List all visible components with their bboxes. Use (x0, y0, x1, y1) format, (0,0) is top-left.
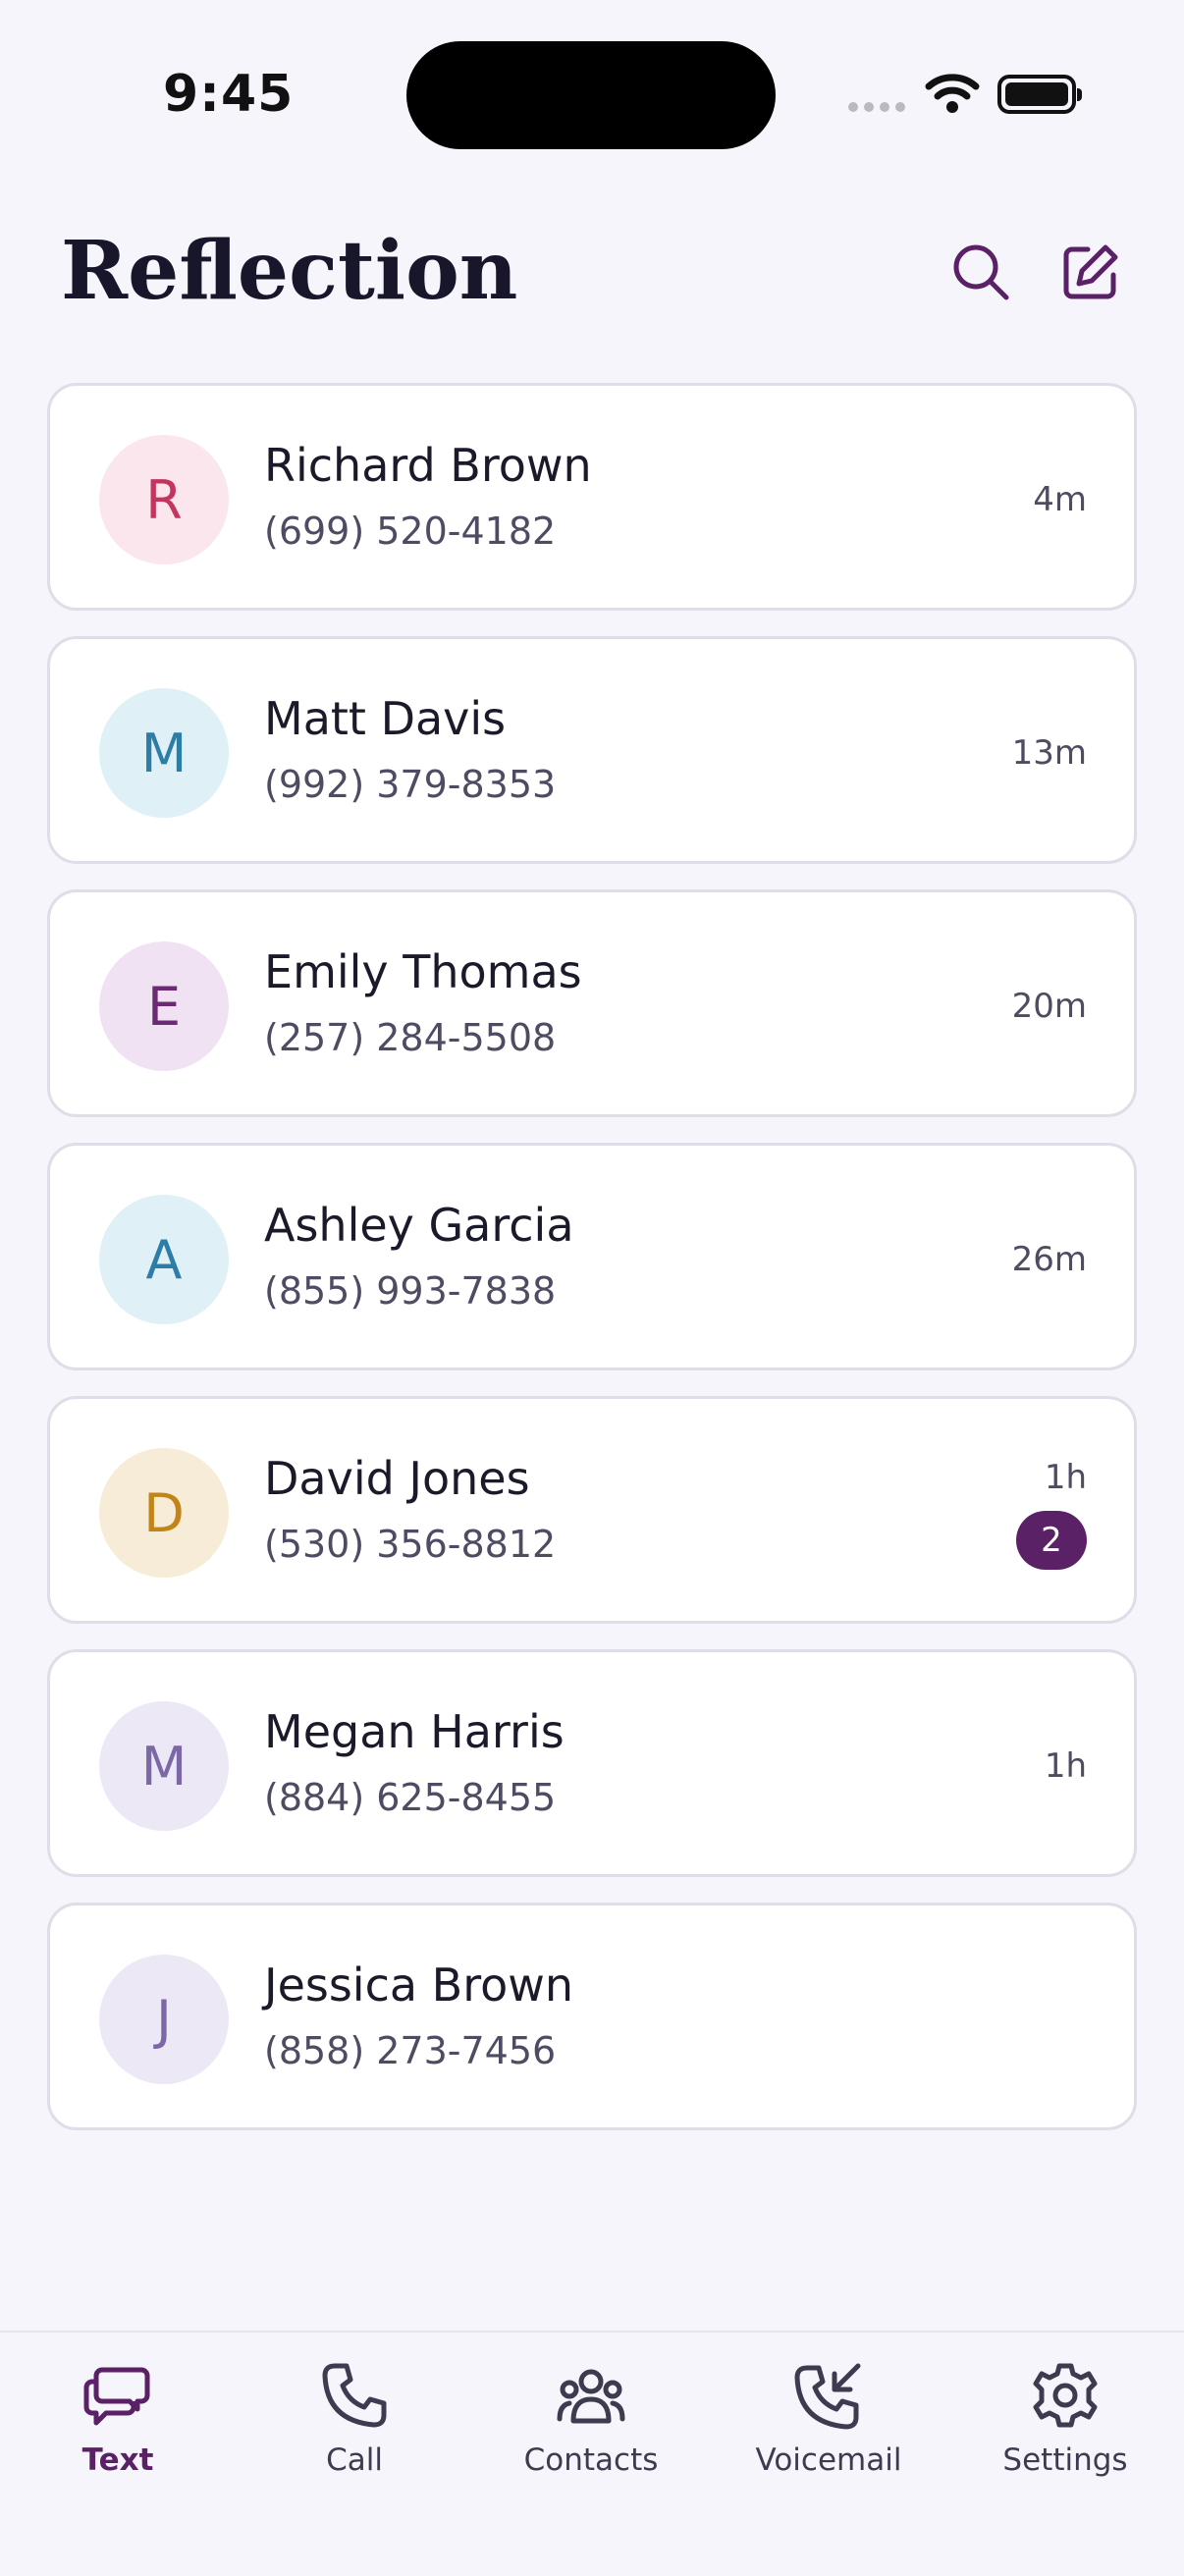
contact-phone: (699) 520-4182 (264, 510, 557, 553)
contacts-icon (557, 2369, 625, 2424)
message-time: 20m (1011, 987, 1087, 1026)
contact-name: Ashley Garcia (264, 1199, 574, 1252)
conversation-item[interactable]: D David Jones (530) 356-8812 1h 2 (47, 1396, 1137, 1624)
message-time: 13m (1011, 733, 1087, 773)
avatar: M (99, 1701, 229, 1831)
tab-settings[interactable]: Settings (967, 2356, 1163, 2478)
contact-name: Megan Harris (264, 1705, 565, 1758)
message-time: 1h (1044, 1746, 1087, 1786)
phone-icon (322, 2363, 387, 2428)
tab-text[interactable]: Text (20, 2356, 216, 2478)
contact-name: Richard Brown (264, 439, 592, 492)
conversation-list: R Richard Brown (699) 520-4182 4m M Matt… (47, 383, 1137, 2156)
conversation-item[interactable]: E Emily Thomas (257) 284-5508 20m (47, 889, 1137, 1117)
battery-icon (997, 75, 1082, 114)
conversation-item[interactable]: M Matt Davis (992) 379-8353 13m (47, 636, 1137, 864)
wifi-icon (925, 74, 980, 113)
compose-button[interactable] (1056, 238, 1125, 306)
status-time: 9:45 (163, 65, 295, 124)
cellular-signal-icon (848, 102, 905, 112)
search-button[interactable] (946, 238, 1015, 306)
compose-icon (1063, 244, 1118, 299)
dynamic-island (406, 41, 776, 149)
conversation-item[interactable]: A Ashley Garcia (855) 993-7838 26m (47, 1143, 1137, 1370)
message-time: 4m (1033, 480, 1087, 519)
chat-bubbles-icon (83, 2367, 150, 2426)
conversation-item[interactable]: J Jessica Brown (858) 273-7456 (47, 1903, 1137, 2130)
contact-phone: (858) 273-7456 (264, 2029, 557, 2072)
avatar: M (99, 688, 229, 818)
avatar: E (99, 941, 229, 1071)
gear-icon (1033, 2363, 1098, 2428)
tab-label: Call (326, 2442, 383, 2478)
message-time: 26m (1011, 1240, 1087, 1279)
conversation-item[interactable]: M Megan Harris (884) 625-8455 1h (47, 1649, 1137, 1877)
tab-label: Voicemail (755, 2442, 902, 2478)
message-time: 1h (1044, 1458, 1087, 1497)
contact-phone: (884) 625-8455 (264, 1776, 557, 1819)
tab-label: Text (81, 2442, 154, 2478)
page-title: Reflection (61, 224, 518, 318)
avatar: D (99, 1448, 229, 1578)
avatar: R (99, 435, 229, 564)
contact-name: Matt Davis (264, 692, 507, 745)
contact-name: David Jones (264, 1452, 530, 1505)
search-icon (953, 244, 1009, 300)
contact-name: Jessica Brown (264, 1959, 574, 2012)
contact-phone: (855) 993-7838 (264, 1269, 557, 1313)
tab-call[interactable]: Call (256, 2356, 453, 2478)
unread-badge: 2 (1016, 1511, 1087, 1570)
conversation-item[interactable]: R Richard Brown (699) 520-4182 4m (47, 383, 1137, 611)
contact-phone: (257) 284-5508 (264, 1016, 557, 1059)
tab-bar: Text Call Contacts Voicemail Settings (0, 2331, 1184, 2576)
contact-name: Emily Thomas (264, 945, 582, 998)
tab-label: Settings (1002, 2442, 1128, 2478)
contact-phone: (530) 356-8812 (264, 1523, 557, 1566)
tab-contacts[interactable]: Contacts (493, 2356, 689, 2478)
tab-label: Contacts (523, 2442, 659, 2478)
avatar: J (99, 1955, 229, 2084)
avatar: A (99, 1195, 229, 1324)
voicemail-incoming-icon (794, 2363, 861, 2430)
contact-phone: (992) 379-8353 (264, 763, 557, 806)
status-bar: 9:45 (0, 0, 1184, 149)
tab-voicemail[interactable]: Voicemail (730, 2356, 927, 2478)
